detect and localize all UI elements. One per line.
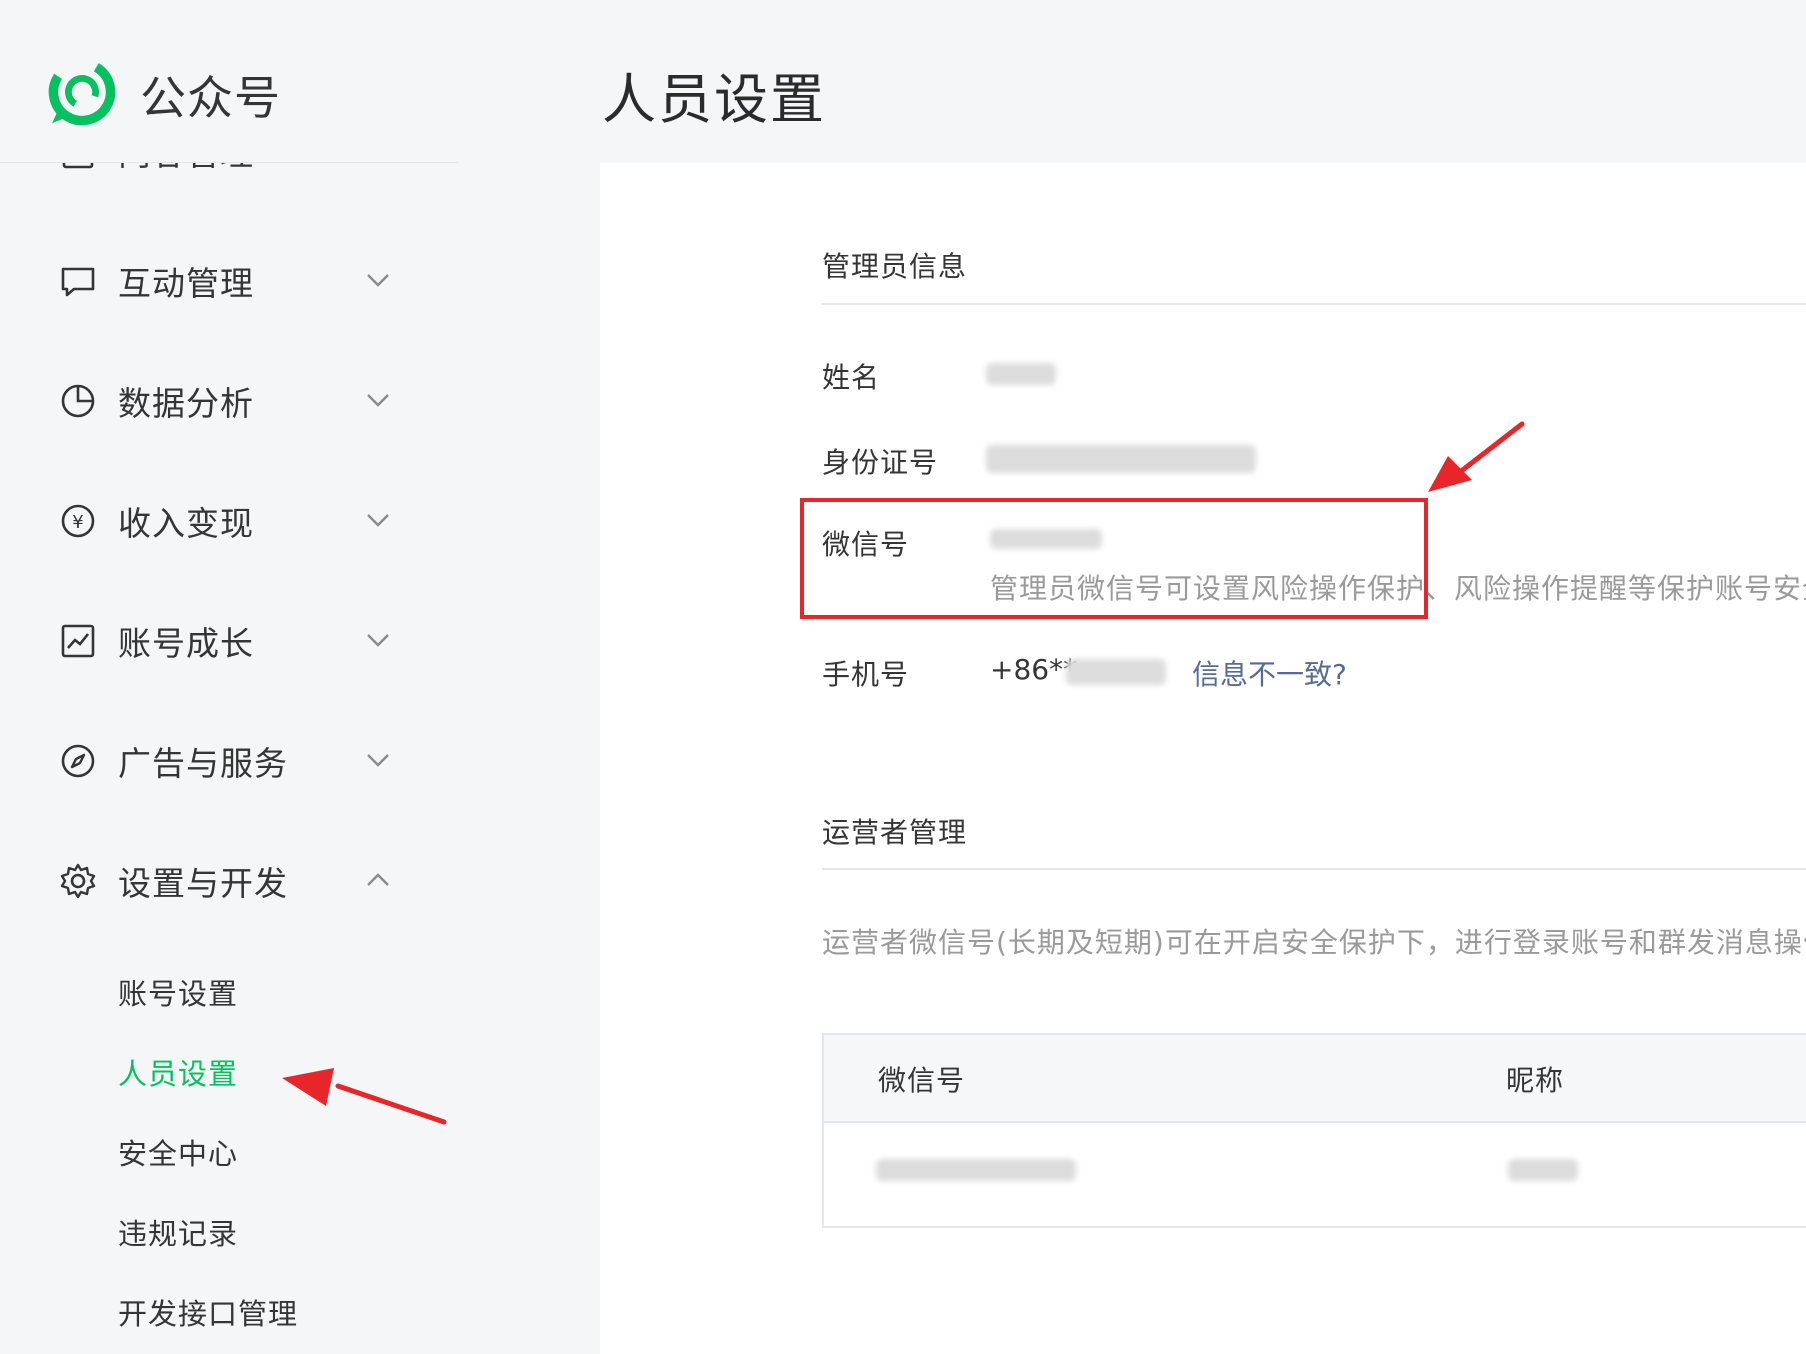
- operator-table: 微信号 昵称: [822, 1033, 1806, 1228]
- section-divider: [822, 868, 1806, 870]
- phone-value: +86**: [990, 653, 1078, 686]
- sidebar-item-growth[interactable]: 账号成长: [58, 611, 398, 671]
- column-header-wechat-id: 微信号: [878, 1064, 966, 1097]
- compass-icon: [61, 744, 95, 778]
- annotation-arrow-icon: [282, 1068, 447, 1125]
- phone-label: 手机号: [822, 658, 910, 691]
- name-value-redacted: [986, 363, 1056, 385]
- admin-info-title: 管理员信息: [822, 250, 968, 283]
- sidebar-item-label: 数据分析: [118, 384, 254, 423]
- sidebar-item-monetization[interactable]: ¥ 收入变现: [58, 491, 398, 551]
- sidebar-item-label: 内容管理: [118, 163, 254, 175]
- chevron-down-icon: [363, 163, 393, 165]
- main-content: 管理员信息 姓名 身份证号 微信号 管理员微信号可设置风险操作保护、风险操作提醒…: [600, 163, 1806, 1354]
- sidebar-item-interaction[interactable]: 互动管理: [58, 251, 398, 311]
- sidebar-item-label: 账号成长: [118, 624, 254, 663]
- info-mismatch-link[interactable]: 信息不一致?: [1192, 653, 1347, 693]
- document-icon: [62, 163, 94, 169]
- sidebar-item-ads-services[interactable]: 广告与服务: [58, 731, 398, 791]
- operator-description: 运营者微信号(长期及短期)可在开启安全保护下，进行登录账号和群发消息操作: [822, 926, 1806, 959]
- brand-title: 公众号: [140, 71, 281, 125]
- sidebar-subitem-personnel-settings[interactable]: 人员设置: [118, 1051, 238, 1093]
- sidebar-subitem-violation-records[interactable]: 违规记录: [118, 1211, 238, 1253]
- trend-chart-icon: [61, 624, 95, 658]
- chevron-down-icon: [367, 634, 389, 647]
- id-number-label: 身份证号: [822, 446, 939, 479]
- sidebar-subitem-security-center[interactable]: 安全中心: [118, 1131, 238, 1173]
- chevron-up-icon: [367, 873, 389, 886]
- annotation-highlight-box: [800, 498, 1428, 619]
- name-label: 姓名: [822, 361, 881, 394]
- chevron-down-icon: [367, 394, 389, 407]
- wechat-official-account-logo: [48, 58, 116, 126]
- chevron-down-icon: [367, 754, 389, 767]
- yen-coin-icon: ¥: [61, 504, 95, 538]
- phone-redacted: [1066, 659, 1166, 685]
- sidebar-item-label: 收入变现: [118, 504, 254, 543]
- operator-management-title: 运营者管理: [822, 816, 968, 849]
- sidebar-item-label: 设置与开发: [118, 864, 288, 903]
- sidebar-subitem-dev-api[interactable]: 开发接口管理: [118, 1291, 298, 1333]
- sidebar-item-label: 广告与服务: [118, 744, 288, 783]
- sidebar-item-settings-dev[interactable]: 设置与开发: [58, 851, 398, 911]
- sidebar-item-label: 互动管理: [118, 264, 254, 303]
- operator-nickname-redacted: [1508, 1159, 1578, 1181]
- sidebar-subitem-account-settings[interactable]: 账号设置: [118, 971, 238, 1013]
- chevron-down-icon: [367, 514, 389, 527]
- column-header-nickname: 昵称: [1506, 1064, 1565, 1097]
- sidebar-item-analytics[interactable]: 数据分析: [58, 371, 398, 431]
- operator-wechat-id-redacted: [876, 1159, 1076, 1181]
- chat-bubble-icon: [61, 267, 95, 297]
- gear-icon: [60, 863, 96, 899]
- pie-chart-icon: [61, 384, 95, 418]
- table-header: 微信号 昵称: [824, 1035, 1806, 1123]
- id-number-redacted: [986, 445, 1256, 473]
- annotation-arrow-icon: [1428, 421, 1525, 492]
- page-title: 人员设置: [602, 68, 826, 131]
- chevron-down-icon: [367, 274, 389, 287]
- sidebar: 内容管理 互动管理 数据分析 ¥ 收入变现 账号成长: [0, 163, 600, 1354]
- sidebar-item-content[interactable]: 内容管理: [58, 163, 398, 181]
- svg-text:¥: ¥: [72, 512, 83, 533]
- section-divider: [822, 303, 1806, 305]
